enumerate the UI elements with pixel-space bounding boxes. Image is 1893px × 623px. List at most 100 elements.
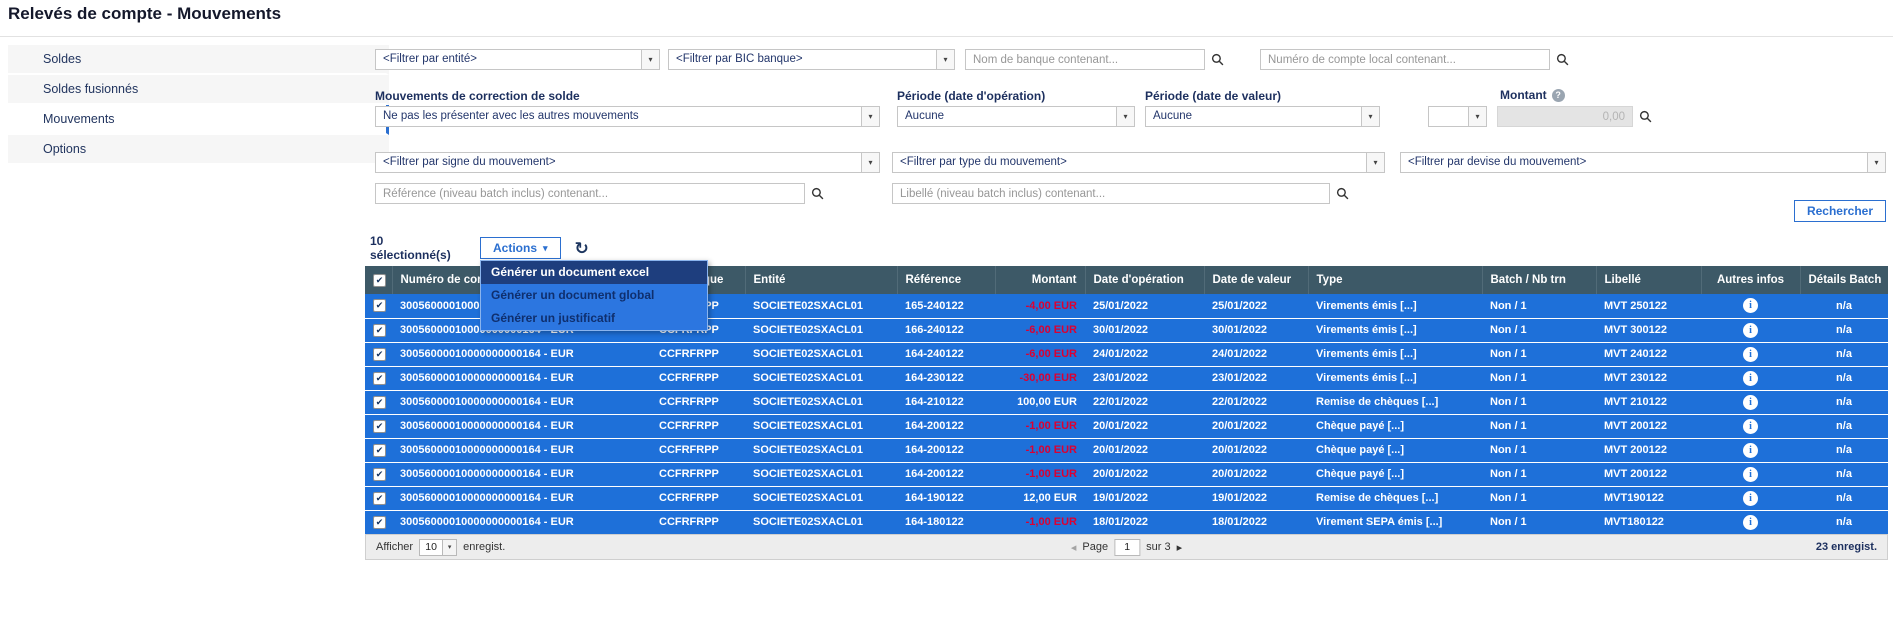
cell-bic: CCFRFRPP bbox=[651, 390, 745, 414]
cell-batch: Non / 1 bbox=[1482, 390, 1596, 414]
search-icon[interactable] bbox=[1336, 187, 1349, 200]
chevron-down-icon[interactable]: ▾ bbox=[1366, 153, 1384, 172]
amount-filter bbox=[1497, 106, 1662, 127]
sidebar-item-mouvements[interactable]: Mouvements bbox=[8, 105, 389, 135]
row-checkbox[interactable]: ✔ bbox=[373, 396, 386, 409]
chevron-down-icon[interactable]: ▾ bbox=[1867, 153, 1885, 172]
sidebar-item-soldes[interactable]: Soldes bbox=[8, 45, 389, 75]
checkbox-checked-icon[interactable]: ✔ bbox=[373, 274, 386, 287]
row-checkbox[interactable]: ✔ bbox=[373, 299, 386, 312]
refresh-icon[interactable]: ↻ bbox=[575, 240, 589, 257]
row-checkbox[interactable]: ✔ bbox=[373, 420, 386, 433]
row-checkbox[interactable]: ✔ bbox=[373, 492, 386, 505]
chevron-down-icon[interactable]: ▾ bbox=[442, 540, 456, 555]
reference-filter bbox=[375, 183, 835, 204]
sidebar-item-soldes-fusionnes[interactable]: Soldes fusionnés bbox=[8, 75, 389, 105]
col-batch[interactable]: Batch / Nb trn bbox=[1482, 266, 1596, 294]
info-icon[interactable]: i bbox=[1743, 443, 1758, 458]
table-row[interactable]: ✔ 30056000010000000000164 - EUR CCFRFRPP… bbox=[365, 462, 1888, 486]
bic-filter-select[interactable]: <Filtrer par BIC banque> ▾ bbox=[668, 49, 955, 70]
chevron-down-icon[interactable]: ▾ bbox=[1361, 107, 1379, 126]
cell-type[interactable]: Chèque payé [...] bbox=[1308, 438, 1482, 462]
menu-item-generate-excel[interactable]: Générer un document excel bbox=[481, 261, 707, 284]
sidebar-item-options[interactable]: Options bbox=[8, 135, 389, 165]
sign-filter-select[interactable]: <Filtrer par signe du mouvement> ▾ bbox=[375, 152, 880, 173]
cell-type[interactable]: Remise de chèques [...] bbox=[1308, 390, 1482, 414]
reference-input[interactable] bbox=[375, 183, 805, 204]
header-select-all[interactable]: ✔ bbox=[365, 266, 392, 294]
chevron-down-icon[interactable]: ▾ bbox=[936, 50, 954, 69]
cell-type[interactable]: Chèque payé [...] bbox=[1308, 462, 1482, 486]
next-page-icon[interactable]: ▸ bbox=[1177, 541, 1183, 554]
col-date-value[interactable]: Date de valeur bbox=[1204, 266, 1308, 294]
info-icon[interactable]: i bbox=[1743, 298, 1758, 313]
col-type[interactable]: Type bbox=[1308, 266, 1482, 294]
cell-type[interactable]: Remise de chèques [...] bbox=[1308, 486, 1482, 510]
col-details-batch[interactable]: Détails Batch bbox=[1800, 266, 1888, 294]
actions-button[interactable]: Actions ▾ bbox=[480, 237, 561, 259]
cell-batch: Non / 1 bbox=[1482, 486, 1596, 510]
search-button[interactable]: Rechercher bbox=[1794, 200, 1886, 222]
cell-type[interactable]: Virements émis [...] bbox=[1308, 366, 1482, 390]
cell-type[interactable]: Virements émis [...] bbox=[1308, 318, 1482, 342]
search-icon[interactable] bbox=[811, 187, 824, 200]
page-size-select[interactable]: 10 ▾ bbox=[419, 539, 457, 556]
chevron-down-icon[interactable]: ▾ bbox=[1116, 107, 1134, 126]
cell-type[interactable]: Virement SEPA émis [...] bbox=[1308, 510, 1482, 534]
col-amount[interactable]: Montant bbox=[995, 266, 1085, 294]
page-input[interactable] bbox=[1114, 539, 1140, 556]
period-value-select[interactable]: Aucune ▾ bbox=[1145, 106, 1380, 127]
info-icon[interactable]: i bbox=[1743, 467, 1758, 482]
label-input[interactable] bbox=[892, 183, 1330, 204]
table-row[interactable]: ✔ 30056000010000000000164 - EUR CCFRFRPP… bbox=[365, 414, 1888, 438]
col-date-operation[interactable]: Date d'opération bbox=[1085, 266, 1204, 294]
amount-operator-select[interactable]: ▾ bbox=[1428, 106, 1487, 127]
info-icon[interactable]: i bbox=[1743, 371, 1758, 386]
entity-filter-select[interactable]: <Filtrer par entité> ▾ bbox=[375, 49, 660, 70]
table-row[interactable]: ✔ 30056000010000000000164 - EUR CCFRFRPP… bbox=[365, 510, 1888, 534]
row-checkbox[interactable]: ✔ bbox=[373, 444, 386, 457]
chevron-down-icon[interactable]: ▾ bbox=[641, 50, 659, 69]
cell-type[interactable]: Virements émis [...] bbox=[1308, 294, 1482, 318]
search-icon[interactable] bbox=[1556, 53, 1569, 66]
row-checkbox[interactable]: ✔ bbox=[373, 348, 386, 361]
col-label[interactable]: Libellé bbox=[1596, 266, 1701, 294]
chevron-down-icon[interactable]: ▾ bbox=[1468, 107, 1486, 126]
info-icon[interactable]: i bbox=[1743, 515, 1758, 530]
table-row[interactable]: ✔ 30056000010000000000164 - EUR CCFRFRPP… bbox=[365, 438, 1888, 462]
search-icon[interactable] bbox=[1639, 110, 1652, 123]
info-icon[interactable]: i bbox=[1743, 347, 1758, 362]
chevron-down-icon[interactable]: ▾ bbox=[861, 153, 879, 172]
info-icon[interactable]: i bbox=[1743, 395, 1758, 410]
amount-input[interactable] bbox=[1497, 106, 1633, 127]
table-row[interactable]: ✔ 30056000010000000000164 - EUR CCFRFRPP… bbox=[365, 342, 1888, 366]
col-autres-infos[interactable]: Autres infos bbox=[1701, 266, 1800, 294]
prev-page-icon[interactable]: ◂ bbox=[1071, 541, 1077, 554]
info-icon[interactable]: i bbox=[1743, 491, 1758, 506]
row-checkbox[interactable]: ✔ bbox=[373, 372, 386, 385]
table-row[interactable]: ✔ 30056000010000000000164 - EUR CCFRFRPP… bbox=[365, 366, 1888, 390]
cell-type[interactable]: Virements émis [...] bbox=[1308, 342, 1482, 366]
cell-date-value: 30/01/2022 bbox=[1204, 318, 1308, 342]
menu-item-generate-global[interactable]: Générer un document global bbox=[481, 284, 707, 307]
cell-type[interactable]: Chèque payé [...] bbox=[1308, 414, 1482, 438]
col-reference[interactable]: Référence bbox=[897, 266, 995, 294]
info-icon[interactable]: i bbox=[1743, 419, 1758, 434]
local-account-input[interactable] bbox=[1260, 49, 1550, 70]
type-filter-select[interactable]: <Filtrer par type du mouvement> ▾ bbox=[892, 152, 1385, 173]
search-icon[interactable] bbox=[1211, 53, 1224, 66]
chevron-down-icon[interactable]: ▾ bbox=[861, 107, 879, 126]
help-icon[interactable]: ? bbox=[1552, 89, 1565, 102]
currency-filter-select[interactable]: <Filtrer par devise du mouvement> ▾ bbox=[1400, 152, 1886, 173]
row-checkbox[interactable]: ✔ bbox=[373, 468, 386, 481]
period-operation-select[interactable]: Aucune ▾ bbox=[897, 106, 1135, 127]
row-checkbox[interactable]: ✔ bbox=[373, 516, 386, 529]
col-entity[interactable]: Entité bbox=[745, 266, 897, 294]
info-icon[interactable]: i bbox=[1743, 323, 1758, 338]
correction-select[interactable]: Ne pas les présenter avec les autres mou… bbox=[375, 106, 880, 127]
menu-item-generate-justificatif[interactable]: Générer un justificatif bbox=[481, 307, 707, 330]
bank-name-input[interactable] bbox=[965, 49, 1205, 70]
table-row[interactable]: ✔ 30056000010000000000164 - EUR CCFRFRPP… bbox=[365, 486, 1888, 510]
row-checkbox[interactable]: ✔ bbox=[373, 324, 386, 337]
table-row[interactable]: ✔ 30056000010000000000164 - EUR CCFRFRPP… bbox=[365, 390, 1888, 414]
